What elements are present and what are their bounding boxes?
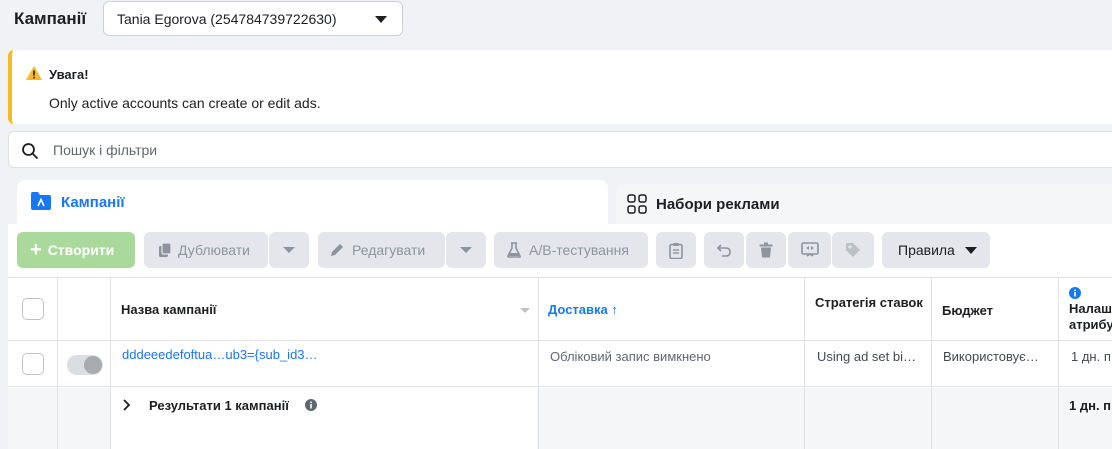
info-icon [305, 399, 317, 411]
column-header-name[interactable]: Назва кампанії [121, 302, 216, 318]
edit-dropdown-button[interactable] [446, 232, 486, 268]
toggle-knob [84, 356, 102, 374]
warning-banner: Увага! Only active accounts can create o… [8, 50, 1112, 124]
attribution-value: 1 дн. п [1071, 349, 1111, 364]
flask-icon [507, 242, 521, 258]
summary-attribution: 1 дн. п [1069, 398, 1112, 413]
delivery-status: Обліковий запис вимкнено [550, 349, 711, 364]
table-row[interactable]: dddeeedefoftua…ub3={sub_id3… Обліковий з… [8, 341, 1112, 387]
caret-down-icon [460, 247, 472, 253]
caret-down-icon [283, 247, 295, 253]
column-divider [538, 278, 539, 342]
column-divider [538, 341, 539, 387]
duplicate-button[interactable]: Дублювати [144, 232, 268, 268]
edit-button-label: Редагувати [352, 242, 426, 258]
column-divider [931, 278, 932, 342]
warning-icon [26, 66, 42, 80]
tab-ad-sets[interactable]: Набори реклами [616, 184, 1112, 226]
summary-row: Результати 1 кампанії 1 дн. п [8, 388, 1112, 449]
caret-down-icon [964, 246, 977, 254]
sort-caret-icon [520, 308, 530, 313]
column-divider [931, 388, 932, 449]
column-divider [804, 388, 805, 449]
trash-icon [759, 242, 773, 258]
create-button[interactable]: + Створити [17, 232, 135, 268]
account-selector[interactable]: Tania Egorova (254784739722630) [103, 1, 403, 36]
column-divider [57, 341, 58, 387]
column-divider [804, 341, 805, 387]
column-divider [804, 278, 805, 342]
column-header-attribution[interactable]: Налаш атрибу [1069, 301, 1112, 333]
column-divider [931, 341, 932, 387]
tab-campaigns-label: Кампанії [61, 194, 125, 211]
column-divider [110, 341, 111, 387]
column-divider [110, 278, 111, 342]
column-divider [1058, 278, 1059, 342]
preview-button[interactable] [788, 232, 831, 268]
select-all-checkbox[interactable] [22, 298, 44, 320]
column-divider [538, 388, 539, 449]
summary-label: Результати 1 кампанії [149, 398, 289, 413]
column-header-budget[interactable]: Бюджет [942, 303, 993, 319]
chevron-right-icon[interactable] [122, 399, 130, 411]
clipboard-button[interactable] [656, 232, 696, 268]
tag-button[interactable] [832, 232, 874, 268]
bid-strategy-value: Using ad set bi… [817, 349, 916, 364]
tag-icon [846, 243, 860, 257]
campaign-name-link[interactable]: dddeeedefoftua…ub3={sub_id3… [122, 347, 522, 362]
column-header-delivery[interactable]: Доставка ↑ [548, 302, 618, 318]
tab-campaigns[interactable]: Кампанії [17, 180, 608, 230]
info-icon [1069, 287, 1081, 299]
column-divider [110, 388, 111, 449]
column-divider [57, 388, 58, 449]
ab-test-button[interactable]: A/B-тестування [494, 232, 648, 268]
tab-ad-sets-label: Набори реклами [656, 196, 780, 213]
table-header: Назва кампанії Доставка ↑ Стратегія став… [8, 277, 1112, 342]
row-checkbox[interactable] [22, 353, 44, 375]
column-divider [1058, 341, 1059, 387]
create-button-label: Створити [47, 242, 115, 258]
account-selector-value: Tania Egorova (254784739722630) [117, 11, 337, 27]
rules-button-label: Правила [898, 242, 955, 258]
column-divider [57, 278, 58, 342]
alert-title: Увага! [49, 67, 89, 82]
preview-icon [800, 242, 819, 257]
column-header-bid-strategy[interactable]: Стратегія ставок [815, 295, 925, 311]
page-header: Кампанії Tania Egorova (254784739722630) [0, 0, 1112, 38]
ab-test-button-label: A/B-тестування [529, 242, 629, 258]
undo-button[interactable] [704, 232, 744, 268]
arrow-up-icon: ↑ [611, 302, 618, 317]
edit-button[interactable]: Редагувати [318, 232, 445, 268]
caret-down-icon [375, 16, 387, 23]
duplicate-dropdown-button[interactable] [269, 232, 309, 268]
alert-message: Only active accounts can create or edit … [49, 95, 321, 111]
page-title: Кампанії [14, 9, 87, 28]
delete-button[interactable] [746, 232, 786, 268]
duplicate-button-label: Дублювати [178, 242, 250, 258]
search-input[interactable] [53, 139, 653, 161]
column-divider [1058, 388, 1059, 449]
pencil-icon [331, 244, 343, 256]
column-header-delivery-label: Доставка [548, 302, 608, 317]
search-icon [22, 143, 38, 159]
rules-button[interactable]: Правила [882, 232, 990, 268]
plus-icon: + [30, 239, 42, 261]
duplicate-icon [159, 242, 172, 257]
search-bar [8, 131, 1112, 168]
campaign-toggle[interactable] [67, 355, 103, 375]
grid-icon [627, 194, 647, 214]
folder-icon [31, 192, 51, 210]
clipboard-icon [669, 242, 683, 259]
undo-icon [716, 244, 731, 257]
budget-value: Використовує… [943, 349, 1039, 364]
